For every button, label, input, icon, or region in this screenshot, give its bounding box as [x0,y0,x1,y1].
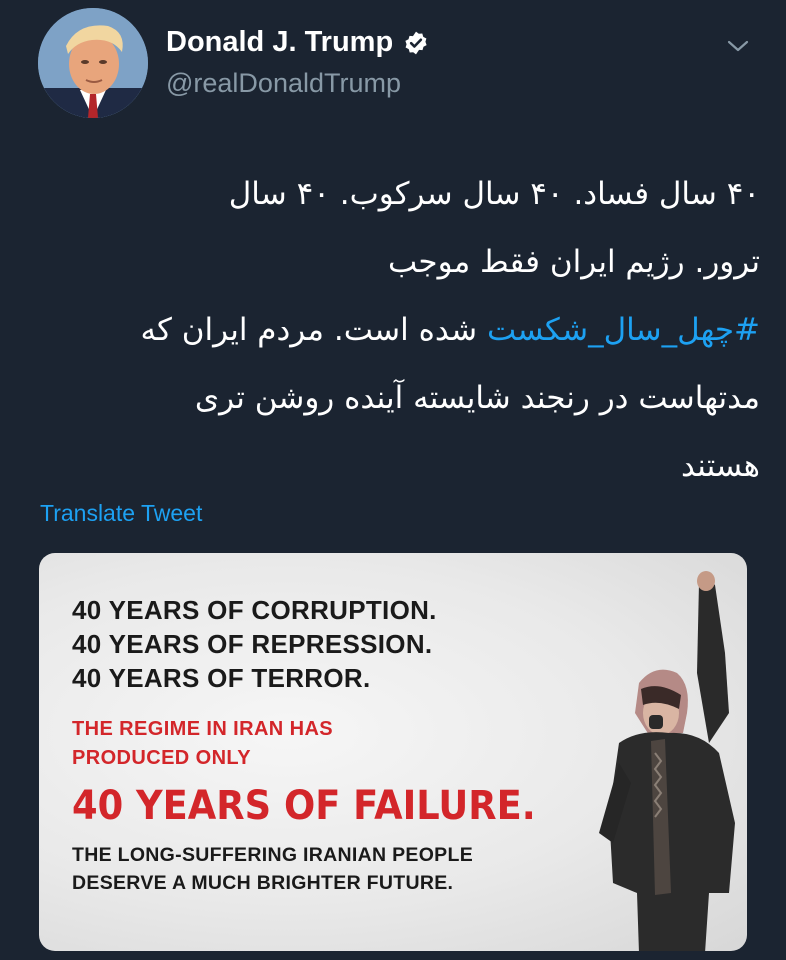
tweet-media-image[interactable]: 40 YEARS OF CORRUPTION. 40 YEARS OF REPR… [39,553,747,951]
media-line-terror: 40 YEARS OF TERROR. [72,663,371,693]
tweet-line-4: مدتهاست در رنجند شایسته آینده روشن تری [194,380,760,416]
tweet-line-3-text: شده است. مردم ایران که [140,312,487,348]
author-handle[interactable]: @realDonaldTrump [166,68,401,99]
media-sub-line-2: DESERVE A MUCH BRIGHTER FUTURE. [72,872,454,894]
tweet-line-3: #چهل_سال_شکست شده است. مردم ایران که [30,296,761,364]
hashtag-link[interactable]: #چهل_سال_شکست [487,312,760,348]
tweet-text: ۴۰ سال فساد. ۴۰ سال سرکوب. ۴۰ سال ترور. … [30,160,761,500]
tweet-line-1: ۴۰ سال فساد. ۴۰ سال سرکوب. ۴۰ سال [228,176,760,212]
media-headline: 40 YEARS OF FAILURE. [72,783,536,829]
avatar-portrait [38,8,148,118]
media-red-line-1: THE REGIME IN IRAN HAS [72,718,334,740]
verified-badge-icon [405,31,427,54]
media-text-block: 40 YEARS OF CORRUPTION. 40 YEARS OF REPR… [72,593,576,897]
media-line-repression: 40 YEARS OF REPRESSION. [72,629,433,659]
tweet-line-2: ترور. رژیم ایران فقط موجب [387,244,760,280]
tweet-line-5: هستند [681,448,760,484]
avatar[interactable] [38,8,148,118]
display-name[interactable]: Donald J. Trump [166,26,393,59]
media-line-corruption: 40 YEARS OF CORRUPTION. [72,595,437,625]
media-sub-line-1: THE LONG-SUFFERING IRANIAN PEOPLE [72,844,473,866]
author-row[interactable]: Donald J. Trump [166,26,429,59]
protester-photo [599,571,735,951]
chevron-down-icon[interactable] [725,36,751,56]
translate-tweet-link[interactable]: Translate Tweet [40,500,202,527]
media-red-line-2: PRODUCED ONLY [72,747,251,769]
